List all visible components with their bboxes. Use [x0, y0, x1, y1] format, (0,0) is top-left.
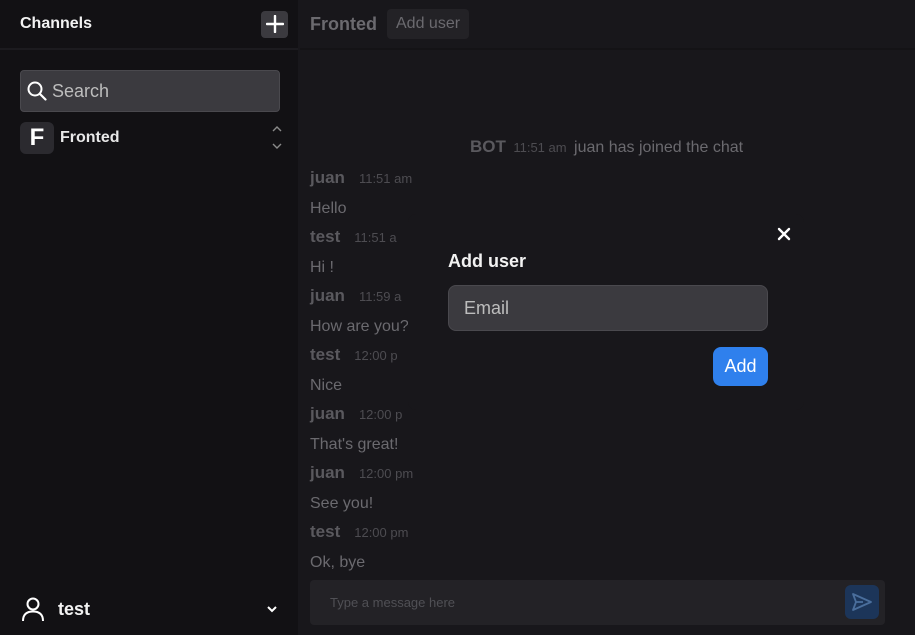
search-box[interactable] — [20, 70, 280, 112]
message-time: 11:51 a — [354, 230, 397, 245]
chevron-up-icon — [272, 126, 282, 132]
channel-name: Fronted — [60, 129, 120, 146]
message-text: That's great! — [310, 436, 399, 453]
search-icon — [27, 81, 47, 101]
message-author: juan — [310, 286, 345, 305]
sidebar: Channels F Fronted — [0, 0, 298, 635]
message-time: 12:00 pm — [354, 525, 409, 540]
user-icon — [22, 597, 44, 622]
message-time: 11:59 a — [358, 289, 402, 304]
chat-message: test 12:00 p Nice — [310, 345, 398, 395]
chat-message: juan 11:59 a How are you? — [310, 286, 409, 336]
message-author: juan — [310, 404, 345, 423]
send-button[interactable] — [845, 585, 879, 619]
sidebar-title: Channels — [20, 15, 93, 32]
message-text: juan has joined the chat — [574, 139, 744, 156]
user-bar[interactable]: test — [0, 583, 298, 635]
channel-header: Fronted Add user — [300, 0, 915, 50]
message-author: juan — [310, 463, 345, 482]
message-author: test — [310, 522, 341, 541]
message-time: 12:00 p — [358, 407, 403, 422]
channel-title: Fronted — [310, 13, 377, 34]
send-icon — [852, 593, 872, 611]
message-author: juan — [310, 168, 345, 187]
message-text: How are you? — [310, 318, 409, 335]
channel-sort-arrows[interactable] — [272, 125, 282, 151]
chevron-down-icon — [272, 143, 282, 149]
search-input[interactable] — [52, 80, 262, 102]
chevron-down-icon[interactable] — [266, 604, 278, 614]
chat-app: Channels F Fronted — [0, 0, 915, 635]
channel-item-fronted[interactable]: F Fronted — [20, 122, 282, 154]
email-field[interactable] — [448, 285, 768, 331]
message-time: 12:00 p — [354, 348, 398, 363]
message-author: BOT — [470, 137, 506, 156]
close-button[interactable] — [774, 224, 794, 244]
channel-avatar: F — [20, 122, 54, 154]
add-button[interactable]: Add — [713, 347, 768, 386]
chat-message: juan 12:00 p That's great! — [310, 404, 402, 454]
message-time: 11:51 am — [513, 140, 567, 155]
add-user-modal: Add user Add — [408, 214, 804, 410]
chat-message: test 11:51 a Hi ! — [310, 227, 397, 277]
modal-title: Add user — [448, 251, 527, 271]
close-icon — [777, 227, 791, 241]
system-message: BOT 11:51 am juan has joined the chat — [470, 137, 743, 157]
message-composer — [310, 580, 885, 625]
message-text: Ok, bye — [310, 554, 366, 571]
message-text: Nice — [310, 377, 343, 394]
message-time: 12:00 pm — [358, 466, 414, 481]
chat-message: juan 12:00 pm See you! — [310, 463, 413, 513]
message-text: See you! — [310, 495, 374, 512]
message-text: Hi ! — [310, 259, 334, 276]
message-time: 11:51 am — [358, 171, 413, 186]
user-name: test — [58, 598, 91, 619]
add-user-button[interactable]: Add user — [387, 9, 470, 39]
sidebar-header: Channels — [0, 0, 298, 50]
plus-icon — [265, 15, 284, 33]
chat-message: test 12:00 pm Ok, bye — [310, 522, 408, 572]
message-author: test — [310, 345, 341, 364]
message-text: Hello — [310, 200, 347, 217]
message-author: test — [310, 227, 341, 246]
add-channel-button[interactable] — [261, 10, 288, 38]
message-input[interactable] — [330, 595, 810, 610]
chat-message: juan 11:51 am Hello — [310, 168, 412, 218]
